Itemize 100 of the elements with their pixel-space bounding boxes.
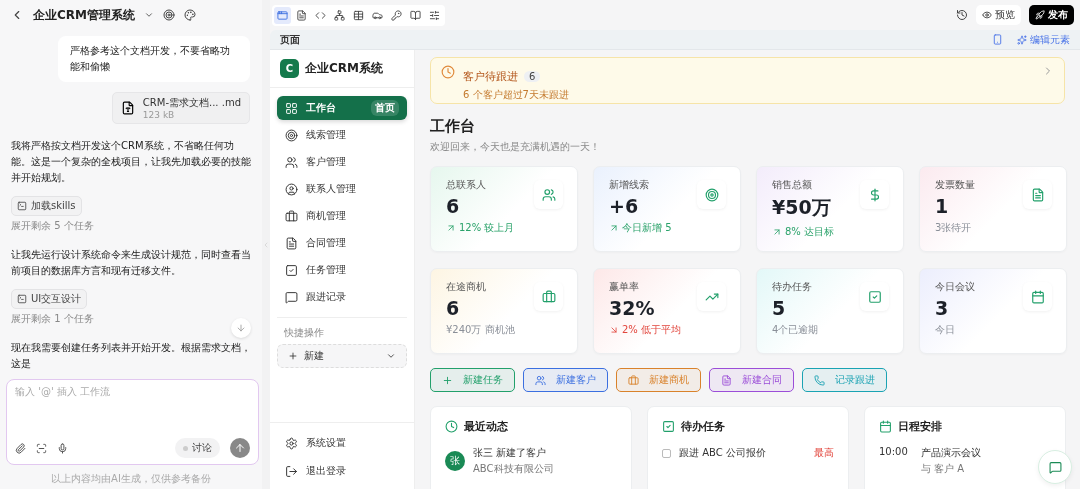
- history-icon[interactable]: [956, 9, 968, 21]
- quick-action-button[interactable]: 新建客户: [523, 368, 608, 392]
- arrow-up-right-icon: [772, 227, 782, 237]
- stat-value: 6: [446, 297, 460, 319]
- nav-item[interactable]: 联系人管理: [277, 177, 407, 201]
- activity-detail: ABC科技有限公司: [473, 462, 554, 476]
- eye-icon: [982, 10, 992, 20]
- settings-icon: [285, 436, 298, 450]
- expand-link[interactable]: 展开剩余 1 个任务: [11, 312, 94, 326]
- stat-value: 32%: [609, 297, 655, 319]
- task-checkbox[interactable]: [662, 448, 671, 458]
- document-icon: [296, 9, 307, 21]
- users-icon: [541, 187, 556, 202]
- task-text: 跟进 ABC 公司报价: [679, 446, 766, 460]
- mode-button[interactable]: 讨论: [175, 438, 220, 458]
- priority-label: 最高: [814, 446, 834, 460]
- stat-note: 8% 达目标: [785, 225, 835, 239]
- paperclip-icon[interactable]: [15, 442, 26, 454]
- view-tab[interactable]: [274, 6, 291, 24]
- page-subtitle: 欢迎回来，今天也是充满机遇的一天！: [430, 140, 601, 154]
- briefcase-icon: [285, 209, 298, 223]
- nav-item[interactable]: 系统设置: [277, 431, 407, 455]
- stat-label: 销售总额: [772, 178, 812, 192]
- nav-item[interactable]: 商机管理: [277, 204, 407, 228]
- stat-label: 新增线索: [609, 178, 649, 192]
- stat-label: 总联系人: [446, 178, 486, 192]
- target-icon: [285, 128, 298, 142]
- scan-icon[interactable]: [36, 442, 47, 454]
- arrow-up-icon: [234, 442, 246, 454]
- document-icon: [721, 374, 732, 386]
- plus-icon: [288, 351, 298, 361]
- assistant-message: 现在我需要创建任务列表并开始开发。根据需求文档，这是: [11, 341, 252, 371]
- page-heading: 工作台: [430, 117, 476, 136]
- send-button[interactable]: [230, 438, 250, 458]
- event-title: 产品演示会议: [921, 446, 981, 460]
- file-name: CRM-需求文档... .md: [142, 96, 241, 110]
- phone-icon: [814, 374, 825, 386]
- arrow-down-right-icon: [609, 325, 619, 335]
- alert-text: 6 个客户超过7天未跟进: [463, 88, 570, 102]
- nav-item[interactable]: 合同管理: [277, 231, 407, 255]
- panel-title: 最近动态: [464, 419, 508, 434]
- stat-label: 发票数量: [935, 178, 975, 192]
- expand-link[interactable]: 展开剩余 5 个任务: [11, 219, 94, 233]
- nav-item[interactable]: 退出登录: [277, 459, 407, 483]
- document-icon: [285, 236, 298, 250]
- calendar-icon: [1030, 289, 1045, 304]
- chevron-down-icon[interactable]: [144, 10, 154, 20]
- sliders-icon: [429, 9, 440, 21]
- file-attachment[interactable]: CRM-需求文档... .md 123 kB: [111, 92, 250, 124]
- user-message: 严格参考这个文档开发，不要省略功能和偷懒: [58, 36, 250, 82]
- terminal-icon: [17, 294, 27, 304]
- briefcase-icon: [628, 374, 639, 386]
- nav-item[interactable]: 任务管理: [277, 258, 407, 282]
- checkbox-icon: [867, 289, 882, 304]
- file-size: 123 kB: [142, 110, 176, 120]
- avatar: 张: [445, 451, 465, 471]
- nav-item[interactable]: 线索管理: [277, 123, 407, 147]
- nav-item[interactable]: 客户管理: [277, 150, 407, 174]
- follow-up-alert[interactable]: 客户待跟进 6 6 个客户超过7天未跟进: [430, 57, 1065, 104]
- clock-icon: [441, 65, 455, 79]
- calendar-icon: [879, 420, 892, 433]
- stat-value: 6: [446, 195, 460, 217]
- message-icon: [1048, 460, 1062, 474]
- code-icon: [315, 9, 326, 21]
- arrow-up-right-icon: [446, 223, 456, 233]
- hierarchy-icon: [334, 9, 345, 21]
- edit-elements-button[interactable]: 编辑元素: [1017, 32, 1070, 47]
- brand-logo: C: [280, 59, 299, 78]
- stat-label: 待办任务: [772, 280, 812, 294]
- microphone-icon[interactable]: [57, 442, 68, 454]
- activity-text: 张三 新建了客户: [473, 446, 548, 460]
- panel-title: 日程安排: [898, 419, 942, 434]
- stat-value: 1: [935, 195, 949, 217]
- stat-note: 12% 较上月: [459, 221, 515, 235]
- message-input[interactable]: 输入 '@' 插入 工作流 讨论: [6, 379, 259, 465]
- phone-icon[interactable]: [992, 34, 1003, 45]
- plus-icon: [442, 374, 453, 386]
- quick-action-button[interactable]: 新建合同: [709, 368, 794, 392]
- stat-label: 在途商机: [446, 280, 486, 294]
- target-icon[interactable]: [163, 9, 175, 21]
- chevron-down-icon: [386, 351, 396, 361]
- tool-chip[interactable]: UI交互设计: [11, 289, 88, 309]
- sparkles-icon: [1017, 34, 1027, 45]
- nav-item[interactable]: 跟进记录: [277, 285, 407, 309]
- stat-value: 3: [935, 297, 949, 319]
- arrow-down-icon: [236, 323, 246, 333]
- event-time: 10:00: [879, 446, 909, 457]
- stat-note: 今日新增 5: [622, 221, 672, 235]
- publish-button[interactable]: 发布: [1029, 5, 1074, 25]
- home-badge: 首页: [371, 100, 399, 116]
- tool-chip[interactable]: 加载skills: [11, 196, 82, 216]
- palette-icon[interactable]: [184, 9, 196, 21]
- assistant-message: 我将严格按文档开发这个CRM系统，不省略任何功能。这是一个复杂的全栈项目，让我先加载必要的技能并开始规划。: [11, 139, 252, 185]
- stat-label: 赢单率: [609, 280, 639, 294]
- alert-title: 客户待跟进: [463, 70, 518, 83]
- nav-item[interactable]: 工作台 首页: [277, 96, 407, 120]
- message-icon: [285, 290, 298, 304]
- preview-button[interactable]: 预览: [976, 5, 1021, 25]
- status-dot: [183, 445, 188, 451]
- new-dropdown[interactable]: 新建: [277, 344, 407, 368]
